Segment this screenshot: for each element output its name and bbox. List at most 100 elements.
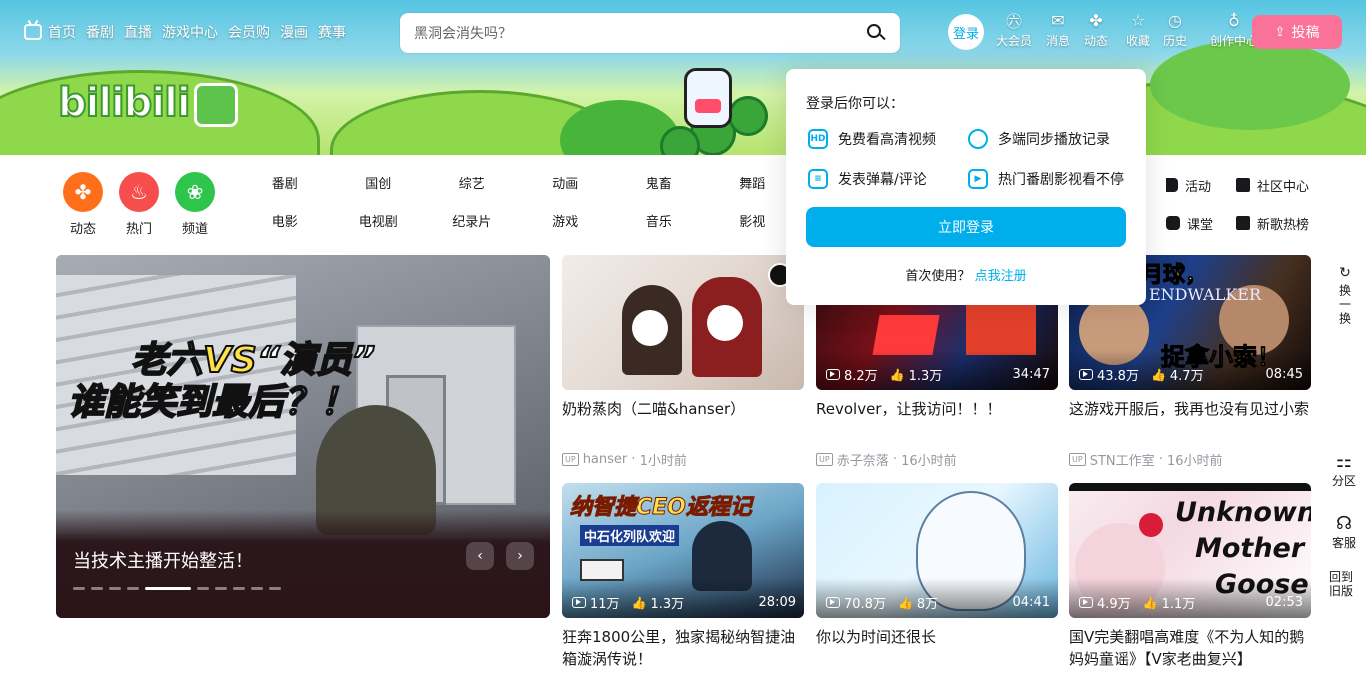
refresh-label: 换一换: [1337, 284, 1352, 326]
top-icon-vip[interactable]: ㊅大会员: [990, 10, 1038, 49]
category-item[interactable]: 舞蹈: [706, 175, 800, 195]
top-icon-history[interactable]: ◷ 历史: [1162, 10, 1188, 49]
carousel-dot[interactable]: [145, 587, 191, 590]
video-title[interactable]: 你以为时间还很长: [816, 626, 1058, 670]
video-stats: 11万 👍 1.3万 28:09: [572, 593, 796, 612]
play-count-icon: [1079, 369, 1093, 380]
carousel-prev-button[interactable]: ‹: [466, 542, 494, 570]
extra-music-chart[interactable]: 新歌热榜: [1236, 213, 1326, 233]
category-item[interactable]: 音乐: [612, 213, 706, 233]
carousel-dot[interactable]: [269, 587, 281, 590]
video-thumbnail[interactable]: [562, 255, 804, 390]
category-item[interactable]: 纪录片: [425, 213, 519, 233]
video-author[interactable]: 赤子奈落: [837, 450, 889, 469]
popup-feature: ≡ 发表弹幕/评论: [808, 169, 927, 189]
nav-item-match[interactable]: 赛事: [318, 22, 346, 42]
nav-item-live[interactable]: 直播: [124, 22, 152, 42]
channel-dynamic[interactable]: ✤ 动态: [55, 172, 111, 237]
thumb-vs-mark: [872, 315, 940, 355]
extra-label: 新歌热榜: [1257, 217, 1310, 233]
category-item[interactable]: 电影: [238, 213, 332, 233]
service-label: 客服: [1331, 536, 1356, 550]
extra-community[interactable]: 社区中心: [1236, 175, 1326, 195]
category-grid: 番剧 国创 综艺 动画 鬼畜 舞蹈 电影 电视剧 纪录片 游戏 音乐 影视: [238, 175, 799, 233]
video-thumbnail[interactable]: 纳智捷CEO返程记 中石化列队欢迎 11万 👍 1.3万 28:09: [562, 483, 804, 618]
popup-heading: 登录后你可以：: [806, 96, 904, 112]
carousel-dot[interactable]: [197, 587, 209, 590]
category-item[interactable]: 国创: [332, 175, 426, 195]
category-item[interactable]: 电视剧: [332, 213, 426, 233]
channel-icon: ❀: [175, 172, 215, 212]
category-item[interactable]: 鬼畜: [612, 175, 706, 195]
category-item[interactable]: 影视: [706, 213, 800, 233]
like-icon: 👍: [631, 595, 647, 610]
video-title[interactable]: Revolver，让我访问！！！: [816, 398, 1058, 442]
banner-clover: [728, 96, 768, 136]
login-avatar[interactable]: 登录: [948, 14, 984, 50]
video-title[interactable]: 国V完美翻唱高难度《不为人知的鹅妈妈童谣》【V家老曲复兴】: [1069, 626, 1311, 670]
video-stats: 4.9万 👍 1.1万 02:53: [1079, 593, 1303, 612]
hd-icon: HD: [808, 129, 828, 149]
carousel-dot[interactable]: [251, 587, 263, 590]
nav-item-anime[interactable]: 番剧: [86, 22, 114, 42]
carousel-dot[interactable]: [109, 587, 121, 590]
video-thumbnail[interactable]: Unknown Mother Goose 4.9万👍1.1万02:53: [1069, 483, 1311, 618]
carousel-dot[interactable]: [91, 587, 103, 590]
video-meta: UP hanser · 1小时前: [562, 450, 804, 469]
search-bar[interactable]: 黑洞会消失吗？: [400, 13, 900, 53]
video-author[interactable]: hanser: [583, 452, 628, 467]
category-item[interactable]: 动画: [519, 175, 613, 195]
carousel-dot[interactable]: [233, 587, 245, 590]
old-version-button[interactable]: 回到旧版: [1326, 570, 1356, 598]
nav-item-home[interactable]: 首页: [48, 22, 76, 42]
video-thumbnail[interactable]: 70.8万 👍 8万 04:41: [816, 483, 1058, 618]
category-item[interactable]: 番剧: [238, 175, 332, 195]
nav-item-mall[interactable]: 会员购: [228, 22, 270, 42]
upload-button[interactable]: ⇪ 投稿: [1252, 15, 1342, 49]
extra-activity[interactable]: 活动: [1166, 175, 1236, 195]
channel-channels[interactable]: ❀ 频道: [167, 172, 223, 237]
carousel-dot[interactable]: [73, 587, 85, 590]
top-icon-favorites[interactable]: ☆ 收藏: [1114, 10, 1162, 49]
channel-hot[interactable]: ♨ 热门: [111, 172, 167, 237]
bilibili-logo[interactable]: bilibili: [57, 79, 238, 127]
tv-icon[interactable]: [24, 24, 42, 40]
search-input[interactable]: 黑洞会消失吗？: [414, 23, 512, 43]
register-link[interactable]: 点我注册: [975, 269, 1027, 284]
category-item[interactable]: 游戏: [519, 213, 613, 233]
video-card[interactable]: 70.8万 👍 8万 04:41 你以为时间还很长: [816, 483, 1058, 670]
service-button[interactable]: ☊ 客服: [1332, 512, 1356, 551]
category-item[interactable]: 综艺: [425, 175, 519, 195]
partition-button[interactable]: ⚏ 分区: [1332, 450, 1356, 489]
thumb-text: ENDWALKER: [1149, 285, 1262, 304]
refresh-button[interactable]: ↻ 换一换: [1334, 262, 1356, 326]
fire-icon: ♨: [119, 172, 159, 212]
register-prompt: 首次使用？ 点我注册: [786, 265, 1146, 284]
video-author[interactable]: STN工作室: [1090, 450, 1155, 469]
search-icon[interactable]: [866, 23, 886, 43]
nav-item-game-center[interactable]: 游戏中心: [162, 22, 218, 42]
carousel-dot[interactable]: [127, 587, 139, 590]
message-icon: ✉: [1051, 10, 1065, 30]
login-button[interactable]: 立即登录: [806, 207, 1126, 247]
top-icon-message[interactable]: ✉ 消息: [1038, 10, 1078, 49]
video-title[interactable]: 狂奔1800公里，独家揭秘纳智捷油箱漩涡传说！: [562, 626, 804, 670]
featured-carousel[interactable]: 老六VS“演员” 谁能笑到最后？！ 当技术主播开始整活！ ‹ ›: [56, 255, 550, 618]
video-card[interactable]: 奶粉蒸肉（二喵&hanser） UP hanser · 1小时前: [562, 255, 804, 469]
nav-item-manga[interactable]: 漫画: [280, 22, 308, 42]
carousel-next-button[interactable]: ›: [506, 542, 534, 570]
video-title[interactable]: 这游戏开服后，我再也没有见过小索: [1069, 398, 1311, 442]
upload-label: 投稿: [1291, 25, 1320, 41]
carousel-title[interactable]: 当技术主播开始整活！: [73, 547, 253, 573]
play-count: 43.8万: [1097, 369, 1139, 384]
extra-classroom[interactable]: 课堂: [1166, 213, 1236, 233]
video-card[interactable]: 纳智捷CEO返程记 中石化列队欢迎 11万 👍 1.3万 28:09 狂奔1800公里…: [562, 483, 804, 670]
video-card[interactable]: Unknown Mother Goose 4.9万👍1.1万02:53 国V完美…: [1069, 483, 1311, 670]
video-title[interactable]: 奶粉蒸肉（二喵&hanser）: [562, 398, 804, 442]
play-icon: ▶: [968, 169, 988, 189]
vip-icon: ㊅: [1005, 12, 1022, 31]
video-stats: 43.8万 👍 4.7万 08:45: [1079, 365, 1303, 384]
channel-label: 频道: [181, 222, 208, 237]
carousel-dot[interactable]: [215, 587, 227, 590]
top-icon-dynamic[interactable]: ✤ 动态: [1078, 10, 1114, 49]
